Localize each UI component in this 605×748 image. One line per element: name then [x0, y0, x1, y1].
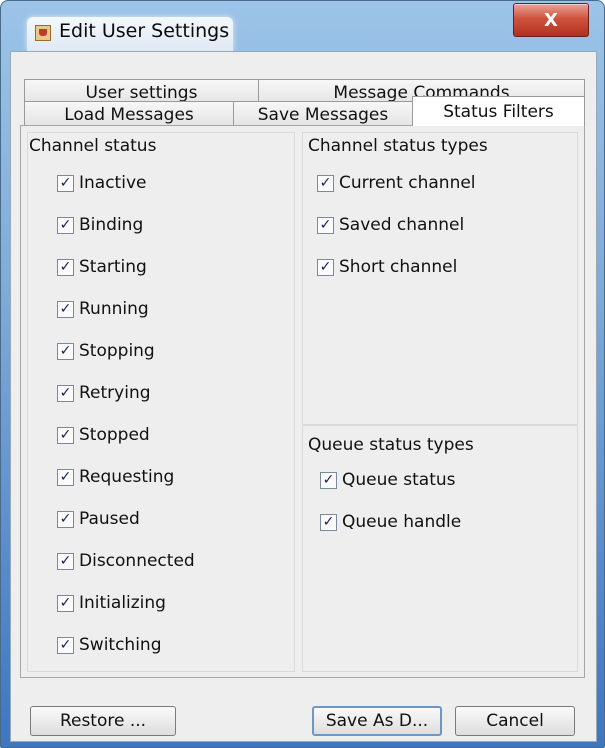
checkbox-label: Stopping: [79, 341, 155, 361]
checkbox-label: Switching: [79, 635, 162, 655]
restore-button[interactable]: Restore ...: [30, 706, 176, 736]
checkbox-label: Running: [79, 299, 149, 319]
checkbox-disconnected[interactable]: ✓ Disconnected: [57, 549, 195, 573]
dialog-window: Edit User Settings X User settings Messa…: [0, 0, 605, 748]
checkbox-box[interactable]: ✓: [57, 636, 74, 654]
checkbox-inactive[interactable]: ✓ Inactive: [57, 171, 146, 195]
checkbox-box[interactable]: ✓: [320, 471, 337, 489]
checkbox-box[interactable]: ✓: [57, 594, 74, 612]
queue-status-types-title: Queue status types: [308, 435, 474, 455]
checkbox-requesting[interactable]: ✓ Requesting: [57, 465, 174, 489]
tab-load-messages[interactable]: Load Messages: [24, 101, 234, 127]
checkbox-box[interactable]: ✓: [57, 426, 74, 444]
checkbox-saved-channel[interactable]: ✓ Saved channel: [317, 213, 464, 237]
checkbox-box[interactable]: ✓: [57, 552, 74, 570]
checkbox-box[interactable]: ✓: [317, 258, 334, 276]
checkbox-label: Queue handle: [342, 512, 462, 532]
checkbox-queue-handle[interactable]: ✓ Queue handle: [320, 510, 461, 534]
checkbox-box[interactable]: ✓: [57, 216, 74, 234]
checkbox-box[interactable]: ✓: [57, 174, 74, 192]
channel-status-types-title: Channel status types: [308, 136, 488, 156]
checkbox-box[interactable]: ✓: [57, 300, 74, 318]
checkbox-binding[interactable]: ✓ Binding: [57, 213, 143, 237]
title-bar[interactable]: Edit User Settings X: [1, 1, 604, 51]
checkbox-box[interactable]: ✓: [57, 468, 74, 486]
checkbox-box[interactable]: ✓: [320, 513, 337, 531]
checkbox-label: Inactive: [79, 173, 147, 193]
channel-status-title: Channel status: [29, 136, 157, 156]
checkbox-retrying[interactable]: ✓ Retrying: [57, 381, 151, 405]
checkbox-starting[interactable]: ✓ Starting: [57, 255, 147, 279]
checkbox-box[interactable]: ✓: [57, 258, 74, 276]
dialog-content: User settings Message Commands Load Mess…: [10, 51, 597, 742]
checkbox-current-channel[interactable]: ✓ Current channel: [317, 171, 476, 195]
checkbox-stopping[interactable]: ✓ Stopping: [57, 339, 155, 363]
java-app-icon: [35, 25, 51, 41]
checkbox-queue-status[interactable]: ✓ Queue status: [320, 468, 456, 492]
checkbox-label: Retrying: [79, 383, 151, 403]
checkbox-label: Starting: [79, 257, 147, 277]
checkbox-label: Initializing: [79, 593, 166, 613]
queue-status-types-group: [302, 425, 578, 672]
checkbox-label: Requesting: [79, 467, 175, 487]
checkbox-label: Current channel: [339, 173, 476, 193]
checkbox-stopped[interactable]: ✓ Stopped: [57, 423, 150, 447]
checkbox-box[interactable]: ✓: [57, 510, 74, 528]
close-button[interactable]: X: [513, 3, 589, 37]
checkbox-label: Binding: [79, 215, 144, 235]
checkbox-box[interactable]: ✓: [57, 384, 74, 402]
checkbox-label: Paused: [79, 509, 140, 529]
checkbox-label: Queue status: [342, 470, 456, 490]
status-filters-panel: Channel status Channel status types Queu…: [20, 125, 585, 678]
checkbox-label: Stopped: [79, 425, 150, 445]
checkbox-running[interactable]: ✓ Running: [57, 297, 149, 321]
checkbox-initializing[interactable]: ✓ Initializing: [57, 591, 166, 615]
checkbox-label: Disconnected: [79, 551, 195, 571]
checkbox-switching[interactable]: ✓ Switching: [57, 633, 162, 657]
checkbox-box[interactable]: ✓: [57, 342, 74, 360]
checkbox-label: Saved channel: [339, 215, 465, 235]
save-as-default-button[interactable]: Save As D...: [312, 706, 442, 736]
checkbox-box[interactable]: ✓: [317, 216, 334, 234]
cancel-button[interactable]: Cancel: [455, 706, 575, 736]
checkbox-label: Short channel: [339, 257, 458, 277]
tab-save-messages[interactable]: Save Messages: [233, 101, 413, 127]
checkbox-box[interactable]: ✓: [317, 174, 334, 192]
tab-status-filters[interactable]: Status Filters: [412, 96, 585, 126]
window-title: Edit User Settings: [59, 20, 230, 42]
checkbox-paused[interactable]: ✓ Paused: [57, 507, 140, 531]
checkbox-short-channel[interactable]: ✓ Short channel: [317, 255, 457, 279]
